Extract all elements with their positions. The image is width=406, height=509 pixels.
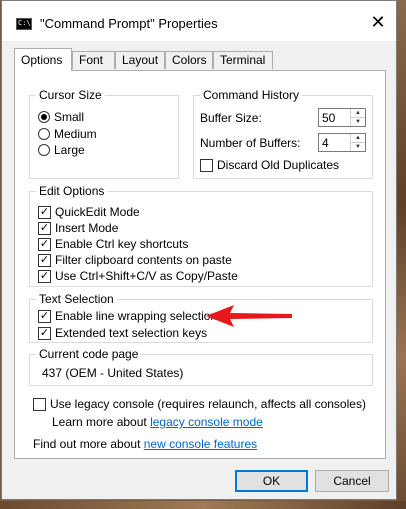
text-selection-legend: Text Selection [36, 292, 117, 306]
learn-more-text: Learn more about legacy console mode [52, 415, 263, 429]
properties-dialog: C:\ "Command Prompt" Properties ✕ Option… [1, 0, 397, 500]
checkmark-icon[interactable]: ✓ [38, 205, 51, 219]
radio-button[interactable] [38, 144, 50, 156]
radio-small[interactable]: Small [38, 109, 84, 125]
legacy-console-checkbox[interactable]: Use legacy console (requires relaunch, a… [33, 396, 366, 412]
find-out-more-prefix: Find out more about [33, 437, 144, 451]
desktop-background-bottom [0, 501, 406, 509]
checkbox[interactable] [33, 397, 46, 411]
command-history-group: Command History Buffer Size: 50 ▲ ▼ Numb… [193, 88, 373, 179]
buffer-size-label: Buffer Size: [200, 111, 262, 125]
radio-button[interactable] [38, 111, 50, 123]
new-console-features-link[interactable]: new console features [144, 437, 257, 451]
checkmark-icon[interactable]: ✓ [38, 269, 51, 283]
command-history-legend: Command History [200, 88, 303, 102]
desktop-background [396, 0, 406, 509]
discard-duplicates-checkbox[interactable]: Discard Old Duplicates [200, 157, 339, 173]
checkbox-label: Use Ctrl+Shift+C/V as Copy/Paste [55, 269, 238, 283]
tab-options[interactable]: Options [14, 48, 72, 71]
radio-label: Medium [54, 127, 97, 141]
ok-button[interactable]: OK [235, 470, 308, 492]
checkbox-label: Insert Mode [55, 221, 119, 235]
checkmark-icon[interactable]: ✓ [38, 253, 51, 267]
radio-medium[interactable]: Medium [38, 126, 97, 142]
command-prompt-icon: C:\ [16, 18, 32, 30]
learn-more-prefix: Learn more about [52, 415, 151, 429]
quickedit-mode-checkbox[interactable]: ✓ QuickEdit Mode [38, 204, 140, 220]
code-page-group: Current code page 437 (OEM - United Stat… [29, 347, 373, 386]
title-bar[interactable]: C:\ "Command Prompt" Properties ✕ [2, 1, 396, 41]
buffer-size-value[interactable]: 50 [322, 111, 335, 125]
radio-large[interactable]: Large [38, 142, 85, 158]
extended-selection-checkbox[interactable]: ✓ Extended text selection keys [38, 325, 207, 341]
radio-label: Small [54, 110, 85, 124]
cursor-size-group: Cursor Size Small Medium Large [29, 88, 179, 179]
insert-mode-checkbox[interactable]: ✓ Insert Mode [38, 220, 118, 236]
checkbox-label: Extended text selection keys [55, 326, 208, 340]
ctrl-shortcuts-checkbox[interactable]: ✓ Enable Ctrl key shortcuts [38, 236, 188, 252]
checkbox-label: Enable line wrapping selection [55, 309, 218, 323]
spin-up-icon[interactable]: ▲ [351, 134, 365, 143]
checkmark-icon[interactable]: ✓ [38, 221, 51, 235]
checkmark-icon[interactable]: ✓ [38, 309, 51, 323]
edit-options-group: Edit Options ✓ QuickEdit Mode ✓ Insert M… [29, 184, 373, 287]
checkbox-label: QuickEdit Mode [55, 205, 140, 219]
copy-paste-checkbox[interactable]: ✓ Use Ctrl+Shift+C/V as Copy/Paste [38, 268, 238, 284]
options-panel: Cursor Size Small Medium Large Command H… [14, 70, 386, 459]
checkbox-label: Filter clipboard contents on paste [55, 253, 232, 267]
code-page-value: 437 (OEM - United States) [42, 366, 184, 380]
filter-clipboard-checkbox[interactable]: ✓ Filter clipboard contents on paste [38, 252, 232, 268]
spin-down-icon[interactable]: ▼ [351, 118, 365, 126]
tab-colors[interactable]: Colors [165, 51, 213, 69]
find-out-more-text: Find out more about new console features [33, 437, 257, 451]
buffer-size-spinner[interactable]: 50 ▲ ▼ [318, 108, 366, 127]
cursor-size-legend: Cursor Size [36, 88, 105, 102]
checkbox-label: Use legacy console (requires relaunch, a… [50, 397, 366, 411]
radio-label: Large [54, 143, 85, 157]
legacy-console-mode-link[interactable]: legacy console mode [150, 415, 263, 429]
edit-options-legend: Edit Options [36, 184, 108, 198]
spin-up-icon[interactable]: ▲ [351, 109, 365, 118]
window-title: "Command Prompt" Properties [40, 16, 218, 31]
spin-down-icon[interactable]: ▼ [351, 143, 365, 151]
red-arrow-annotation [206, 305, 292, 327]
checkbox-label: Enable Ctrl key shortcuts [55, 237, 189, 251]
line-wrapping-checkbox[interactable]: ✓ Enable line wrapping selection [38, 308, 217, 324]
tab-terminal[interactable]: Terminal [213, 51, 273, 69]
tab-font[interactable]: Font [72, 51, 115, 69]
close-icon[interactable]: ✕ [364, 9, 392, 35]
number-of-buffers-spinner[interactable]: 4 ▲ ▼ [318, 133, 366, 152]
checkbox[interactable] [200, 158, 213, 172]
number-of-buffers-value[interactable]: 4 [322, 136, 329, 150]
text-selection-group: Text Selection ✓ Enable line wrapping se… [29, 292, 373, 343]
code-page-legend: Current code page [36, 347, 142, 361]
tab-layout[interactable]: Layout [115, 51, 165, 69]
checkmark-icon[interactable]: ✓ [38, 326, 51, 340]
cancel-button[interactable]: Cancel [315, 470, 389, 492]
radio-button[interactable] [38, 128, 50, 140]
checkbox-label: Discard Old Duplicates [217, 158, 340, 172]
checkmark-icon[interactable]: ✓ [38, 237, 51, 251]
number-of-buffers-label: Number of Buffers: [200, 136, 301, 150]
